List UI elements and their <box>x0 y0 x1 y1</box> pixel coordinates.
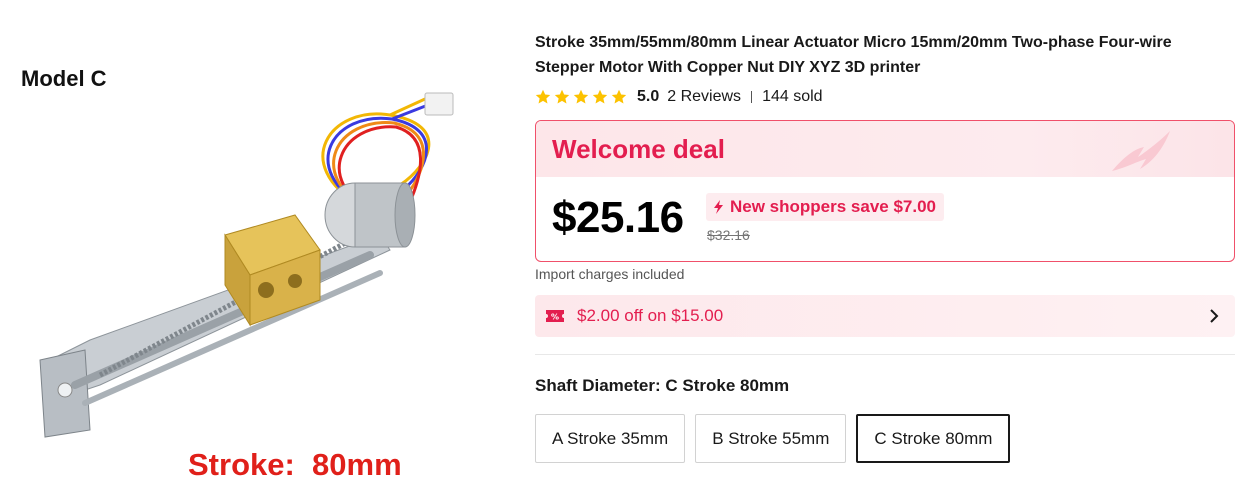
bolt-icon <box>714 200 723 214</box>
welcome-deal-box: Welcome deal $25.16 New shoppers save $7… <box>535 120 1235 262</box>
deal-header: Welcome deal <box>536 121 1234 177</box>
chevron-right-icon[interactable] <box>1209 308 1219 324</box>
star-rating[interactable] <box>535 89 627 105</box>
coupon-text: $2.00 off on $15.00 <box>577 306 724 325</box>
star-icon <box>611 89 627 104</box>
option-b-stroke-55mm[interactable]: B Stroke 55mm <box>695 414 847 463</box>
current-price: $25.16 <box>552 193 684 242</box>
star-icon <box>554 89 570 104</box>
separator <box>751 91 753 103</box>
coupon-icon: % <box>546 310 564 322</box>
flame-icon <box>1112 131 1170 171</box>
product-title: Stroke 35mm/55mm/80mm Linear Actuator Mi… <box>535 34 1172 76</box>
divider <box>535 354 1235 355</box>
rating-row: 5.0 2 Reviews 144 sold <box>535 86 823 108</box>
product-image-panel[interactable]: Model C Stroke: 80mm <box>0 0 500 490</box>
save-text: New shoppers save $7.00 <box>730 197 937 216</box>
option-a-stroke-35mm[interactable]: A Stroke 35mm <box>535 414 686 463</box>
star-icon <box>535 89 551 104</box>
star-icon <box>573 89 589 104</box>
connector <box>424 92 454 116</box>
option-c-stroke-80mm[interactable]: C Stroke 80mm <box>856 414 1011 463</box>
variant-label: Shaft Diameter: C Stroke 80mm <box>535 376 790 395</box>
product-photo <box>39 92 454 438</box>
stroke-caption: Stroke: 80mm <box>188 447 402 482</box>
star-icon <box>592 89 608 104</box>
new-shopper-save-badge: New shoppers save $7.00 <box>706 193 945 221</box>
import-charges-note: Import charges included <box>535 266 685 282</box>
rating-score: 5.0 <box>637 88 660 105</box>
svg-text:%: % <box>551 313 559 322</box>
reviews-link[interactable]: 2 Reviews <box>667 88 741 106</box>
sold-count: 144 sold <box>762 88 823 105</box>
variant-options: A Stroke 35mm B Stroke 55mm C Stroke 80m… <box>535 414 1011 463</box>
deal-title: Welcome deal <box>552 134 725 164</box>
original-price: $32.16 <box>707 227 750 243</box>
coupon-row[interactable]: % $2.00 off on $15.00 <box>535 295 1235 337</box>
